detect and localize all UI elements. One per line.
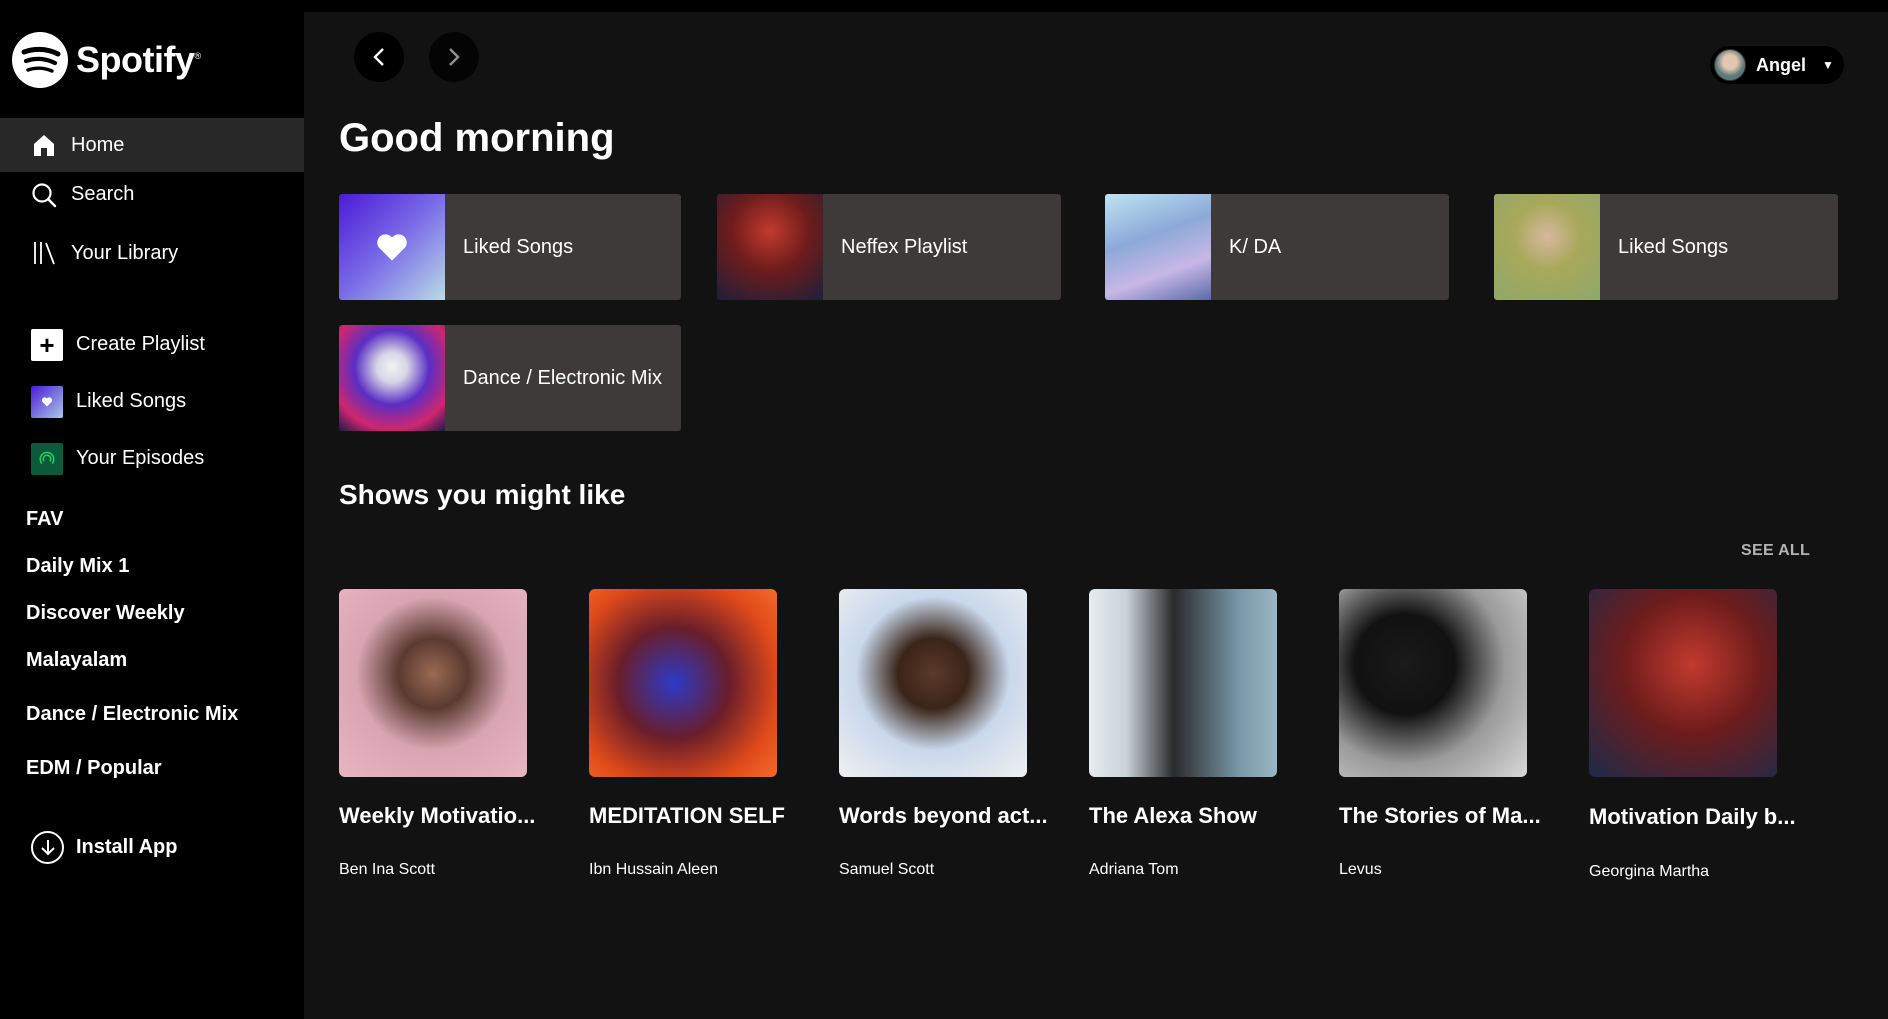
playlist-item[interactable]: EDM / Popular bbox=[26, 757, 162, 780]
action-label: Your Episodes bbox=[76, 447, 205, 469]
plus-icon: + bbox=[31, 328, 63, 361]
show-title: The Alexa Show bbox=[1089, 803, 1257, 828]
show-card[interactable]: The Stories of Ma... Levus bbox=[1339, 589, 1549, 878]
heart-icon bbox=[377, 234, 407, 261]
nav-item-label: Search bbox=[71, 183, 135, 205]
show-cover bbox=[589, 589, 777, 777]
liked-songs-button[interactable]: Liked Songs bbox=[0, 373, 304, 430]
show-title: Weekly Motivatio... bbox=[339, 803, 536, 828]
show-card[interactable]: MEDITATION SELF Ibn Hussain Aleen bbox=[589, 589, 799, 878]
quick-pick-label: Dance / Electronic Mix bbox=[463, 366, 662, 389]
show-title: Words beyond act... bbox=[839, 803, 1048, 828]
forward-button[interactable] bbox=[429, 32, 479, 82]
chevron-right-icon bbox=[449, 48, 460, 66]
user-name: Angel bbox=[1756, 54, 1807, 75]
kda-thumb bbox=[1105, 194, 1211, 300]
quick-pick-card[interactable]: Liked Songs bbox=[1494, 194, 1838, 300]
show-author: Ibn Hussain Aleen bbox=[589, 861, 718, 878]
show-card[interactable]: The Alexa Show Adriana Tom bbox=[1089, 589, 1299, 878]
playlist-item[interactable]: FAV bbox=[26, 508, 63, 531]
nav-item-label: Your Library bbox=[71, 241, 179, 264]
playlist-item[interactable]: Daily Mix 1 bbox=[26, 555, 129, 578]
install-label: Install App bbox=[76, 836, 178, 858]
show-card[interactable]: Motivation Daily b... Georgina Martha bbox=[1589, 589, 1799, 880]
sidebar: Spotify® Home Search Your Library + Crea… bbox=[0, 0, 304, 1019]
show-author: Samuel Scott bbox=[839, 861, 935, 878]
show-cover bbox=[339, 589, 527, 777]
show-title: The Stories of Ma... bbox=[1339, 803, 1541, 828]
quick-pick-card[interactable]: Dance / Electronic Mix bbox=[339, 325, 681, 431]
quick-pick-label: Liked Songs bbox=[463, 235, 574, 258]
playlist-item[interactable]: Malayalam bbox=[26, 649, 127, 672]
quick-pick-label: K/ DA bbox=[1229, 235, 1282, 258]
section-title: Shows you might like bbox=[339, 479, 626, 510]
top-strip bbox=[304, 0, 1888, 12]
home-icon bbox=[30, 131, 58, 159]
show-title: Motivation Daily b... bbox=[1589, 804, 1796, 829]
quick-pick-label: Neffex Playlist bbox=[841, 235, 968, 258]
quick-pick-label: Liked Songs bbox=[1618, 235, 1729, 258]
spotify-wordmark: Spotify® bbox=[76, 39, 201, 80]
show-title: MEDITATION SELF bbox=[589, 803, 785, 828]
show-author: Georgina Martha bbox=[1589, 863, 1710, 880]
show-author: Ben Ina Scott bbox=[339, 861, 436, 878]
liked-songs-portrait-thumb bbox=[1494, 194, 1600, 300]
page-title: Good morning bbox=[339, 116, 615, 160]
main-nav: Home Search Your Library bbox=[0, 118, 304, 289]
show-author: Levus bbox=[1339, 861, 1382, 878]
show-author: Adriana Tom bbox=[1089, 861, 1179, 878]
action-label: Liked Songs bbox=[76, 390, 187, 412]
neffex-playlist-thumb bbox=[717, 194, 823, 300]
nav-item-library[interactable]: Your Library bbox=[0, 217, 304, 289]
podcast-icon bbox=[31, 442, 63, 475]
create-playlist-button[interactable]: + Create Playlist bbox=[0, 316, 304, 373]
liked-songs-thumb bbox=[339, 194, 445, 300]
library-icon bbox=[30, 239, 58, 267]
user-menu[interactable]: Angel ▼ bbox=[1710, 46, 1844, 84]
show-card[interactable]: Weekly Motivatio... Ben Ina Scott bbox=[339, 589, 549, 878]
nav-item-search[interactable]: Search bbox=[0, 172, 304, 217]
show-cover bbox=[1339, 589, 1527, 777]
avatar bbox=[1714, 49, 1746, 81]
show-card[interactable]: Words beyond act... Samuel Scott bbox=[839, 589, 1049, 878]
see-all-link[interactable]: SEE ALL bbox=[1741, 542, 1810, 560]
quick-pick-card[interactable]: Neffex Playlist bbox=[717, 194, 1061, 300]
caret-down-icon: ▼ bbox=[1822, 58, 1834, 72]
playlist-item[interactable]: Dance / Electronic Mix bbox=[26, 703, 238, 726]
dance-electronic-thumb bbox=[339, 325, 445, 431]
action-label: Create Playlist bbox=[76, 333, 205, 355]
back-button[interactable] bbox=[354, 32, 404, 82]
install-app-button[interactable]: Install App bbox=[31, 831, 177, 864]
nav-item-label: Home bbox=[71, 133, 125, 156]
quick-pick-card[interactable]: K/ DA bbox=[1105, 194, 1449, 300]
spotify-logo-icon bbox=[12, 32, 68, 88]
sidebar-actions: + Create Playlist Liked Songs Your Episo… bbox=[0, 316, 304, 487]
show-cover bbox=[1589, 589, 1777, 777]
quick-pick-card[interactable]: Liked Songs bbox=[339, 194, 681, 300]
playlist-item[interactable]: Discover Weekly bbox=[26, 602, 185, 625]
show-cover bbox=[839, 589, 1027, 777]
show-cover bbox=[1089, 589, 1277, 777]
download-icon bbox=[31, 831, 64, 864]
your-episodes-button[interactable]: Your Episodes bbox=[0, 430, 304, 487]
spotify-logo[interactable]: Spotify® bbox=[12, 32, 201, 88]
heart-icon bbox=[31, 385, 63, 418]
chevron-left-icon bbox=[373, 48, 384, 66]
main-content: Angel ▼ Good morning Liked Songs Neffex … bbox=[304, 12, 1888, 1019]
nav-item-home[interactable]: Home bbox=[0, 118, 304, 172]
search-icon bbox=[30, 181, 58, 209]
